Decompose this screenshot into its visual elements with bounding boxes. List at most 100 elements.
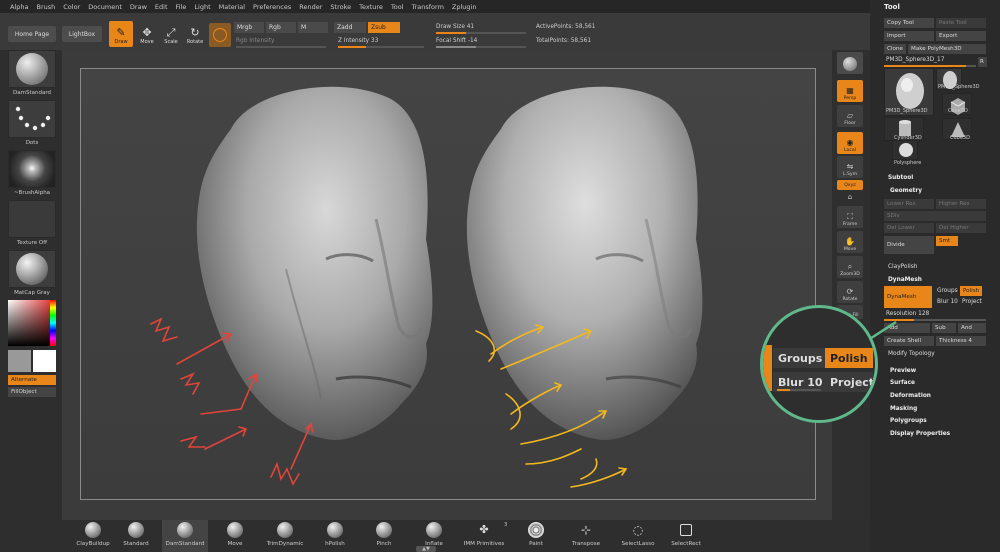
and-button[interactable]: And	[958, 323, 986, 333]
sphere-gizmo-button[interactable]	[209, 23, 231, 47]
menu-render[interactable]: Render	[295, 3, 326, 11]
sdiv-slider[interactable]: SDiv	[884, 211, 986, 221]
brush-trimdynamic[interactable]: TrimDynamic	[262, 520, 308, 552]
zsub-toggle[interactable]: Zsub	[368, 22, 400, 33]
brush-standard[interactable]: Standard	[118, 520, 154, 552]
preview-section[interactable]: Preview	[890, 368, 916, 374]
focal-shift-slider[interactable]	[436, 46, 526, 48]
color-picker[interactable]	[8, 300, 56, 346]
rgb-toggle[interactable]: Rgb	[266, 22, 296, 33]
menu-texture[interactable]: Texture	[355, 3, 387, 11]
menu-preferences[interactable]: Preferences	[249, 3, 295, 11]
subtool-section[interactable]: Subtool	[888, 175, 913, 181]
z-intensity-slider[interactable]	[338, 46, 424, 48]
menu-light[interactable]: Light	[190, 3, 214, 11]
groups-toggle[interactable]: Groups	[937, 288, 958, 294]
alpha-slot[interactable]	[8, 150, 56, 188]
dynamesh-section[interactable]: DynaMesh	[888, 277, 922, 283]
clone-button[interactable]: Clone	[884, 44, 906, 54]
home-page-button[interactable]: Home Page	[8, 26, 56, 42]
m-toggle[interactable]: M	[298, 22, 328, 33]
menu-draw[interactable]: Draw	[126, 3, 151, 11]
callout-project-toggle[interactable]: Project	[825, 372, 874, 392]
divide-button[interactable]: Divide	[884, 236, 934, 254]
dynamesh-button[interactable]: DynaMesh	[884, 286, 932, 308]
move-mode-button[interactable]: ✥ Move	[135, 21, 159, 47]
mrgb-toggle[interactable]: Mrgb	[234, 22, 264, 33]
del-lower-button[interactable]: Del Lower	[884, 223, 934, 233]
bpr-button[interactable]	[837, 52, 863, 74]
brush-imm-primitives[interactable]: ✤ IMM Primitives	[460, 520, 508, 552]
fillobject-button[interactable]: FillObject	[8, 387, 56, 397]
lightbox-button[interactable]: LightBox	[62, 26, 102, 42]
brush-hpolish[interactable]: hPolish	[318, 520, 352, 552]
zadd-toggle[interactable]: Zadd	[334, 22, 366, 33]
select-rect-tool[interactable]: SelectRect	[666, 520, 706, 552]
smt-toggle[interactable]: Smt	[936, 236, 958, 246]
document-frame[interactable]	[80, 68, 816, 500]
rgb-intensity-slider[interactable]	[236, 46, 326, 48]
document-canvas[interactable]	[62, 50, 832, 520]
lower-res-button[interactable]: Lower Res	[884, 199, 934, 209]
reset-tool-button[interactable]: R	[978, 57, 987, 67]
rotate-mode-button[interactable]: ↻ Rotate	[183, 21, 207, 47]
brush-slot[interactable]	[8, 50, 56, 88]
display-properties-section[interactable]: Display Properties	[890, 431, 950, 437]
shelf-collapse-handle[interactable]: ▲▼	[416, 546, 436, 552]
geometry-section[interactable]: Geometry	[890, 188, 922, 194]
brush-pinch[interactable]: Pinch	[368, 520, 400, 552]
menu-document[interactable]: Document	[84, 3, 126, 11]
texture-slot[interactable]	[8, 200, 56, 238]
qxyz-button[interactable]: Qxyz	[837, 180, 863, 190]
menu-transform[interactable]: Transform	[408, 3, 448, 11]
floor-button[interactable]: ▱ Floor	[837, 105, 863, 127]
zoom3d-button[interactable]: ⌕ Zoom3D	[837, 256, 863, 278]
thickness-slider[interactable]: Thickness 4	[936, 336, 986, 346]
higher-res-button[interactable]: Higher Res	[936, 199, 986, 209]
persp-button[interactable]: ▦ Persp	[837, 80, 863, 102]
masking-section[interactable]: Masking	[890, 406, 917, 412]
main-color-swatch[interactable]	[33, 350, 56, 372]
draw-size-slider[interactable]	[436, 32, 526, 34]
project-toggle[interactable]: Project	[962, 299, 982, 305]
blur-slider-label[interactable]: Blur 10	[937, 299, 958, 305]
tool-thumb-polysphere[interactable]	[892, 140, 918, 160]
material-slot[interactable]	[8, 250, 56, 288]
brush-damstandard[interactable]: DamStandard	[162, 520, 208, 552]
menu-material[interactable]: Material	[215, 3, 249, 11]
del-higher-button[interactable]: Del Higher	[936, 223, 986, 233]
copy-tool-button[interactable]: Copy Tool	[884, 18, 934, 28]
move-view-button[interactable]: ✋ Move	[837, 231, 863, 253]
alternate-button[interactable]: Alternate	[8, 375, 56, 385]
menu-file[interactable]: File	[172, 3, 191, 11]
secondary-color-swatch[interactable]	[8, 350, 31, 372]
brush-paint[interactable]: Paint	[522, 520, 550, 552]
menu-zplugin[interactable]: Zplugin	[448, 3, 481, 11]
menu-tool[interactable]: Tool	[387, 3, 408, 11]
brush-claybuildup[interactable]: ClayBuildup	[72, 520, 114, 552]
lsym-button[interactable]: ⇋ L.Sym	[837, 156, 863, 178]
draw-mode-button[interactable]: ✎ Draw	[109, 21, 133, 47]
menu-alpha[interactable]: Alpha	[6, 3, 32, 11]
claypolish-section[interactable]: ClayPolish	[888, 264, 917, 270]
menu-stroke[interactable]: Stroke	[326, 3, 355, 11]
axis-icon[interactable]: ⌂	[837, 192, 863, 202]
sub-button[interactable]: Sub	[932, 323, 956, 333]
menu-color[interactable]: Color	[59, 3, 84, 11]
export-button[interactable]: Export	[936, 31, 986, 41]
menu-edit[interactable]: Edit	[151, 3, 172, 11]
rotate-view-button[interactable]: ⟳ Rotate	[837, 281, 863, 303]
callout-groups-toggle[interactable]: Groups	[773, 348, 825, 368]
paste-tool-button[interactable]: Paste Tool	[936, 18, 986, 28]
hue-strip[interactable]	[50, 300, 56, 346]
make-polymesh-button[interactable]: Make PolyMesh3D	[908, 44, 986, 54]
brush-move[interactable]: Move	[220, 520, 250, 552]
tool-index-slider[interactable]	[884, 65, 976, 67]
transpose-tool[interactable]: ⊹ Transpose	[568, 520, 604, 552]
import-button[interactable]: Import	[884, 31, 934, 41]
polygroups-section[interactable]: Polygroups	[890, 418, 927, 424]
polish-toggle[interactable]: Polish	[960, 286, 982, 296]
modify-topology-section[interactable]: Modify Topology	[888, 351, 935, 357]
deformation-section[interactable]: Deformation	[890, 393, 931, 399]
frame-button[interactable]: ⛶ Frame	[837, 206, 863, 228]
